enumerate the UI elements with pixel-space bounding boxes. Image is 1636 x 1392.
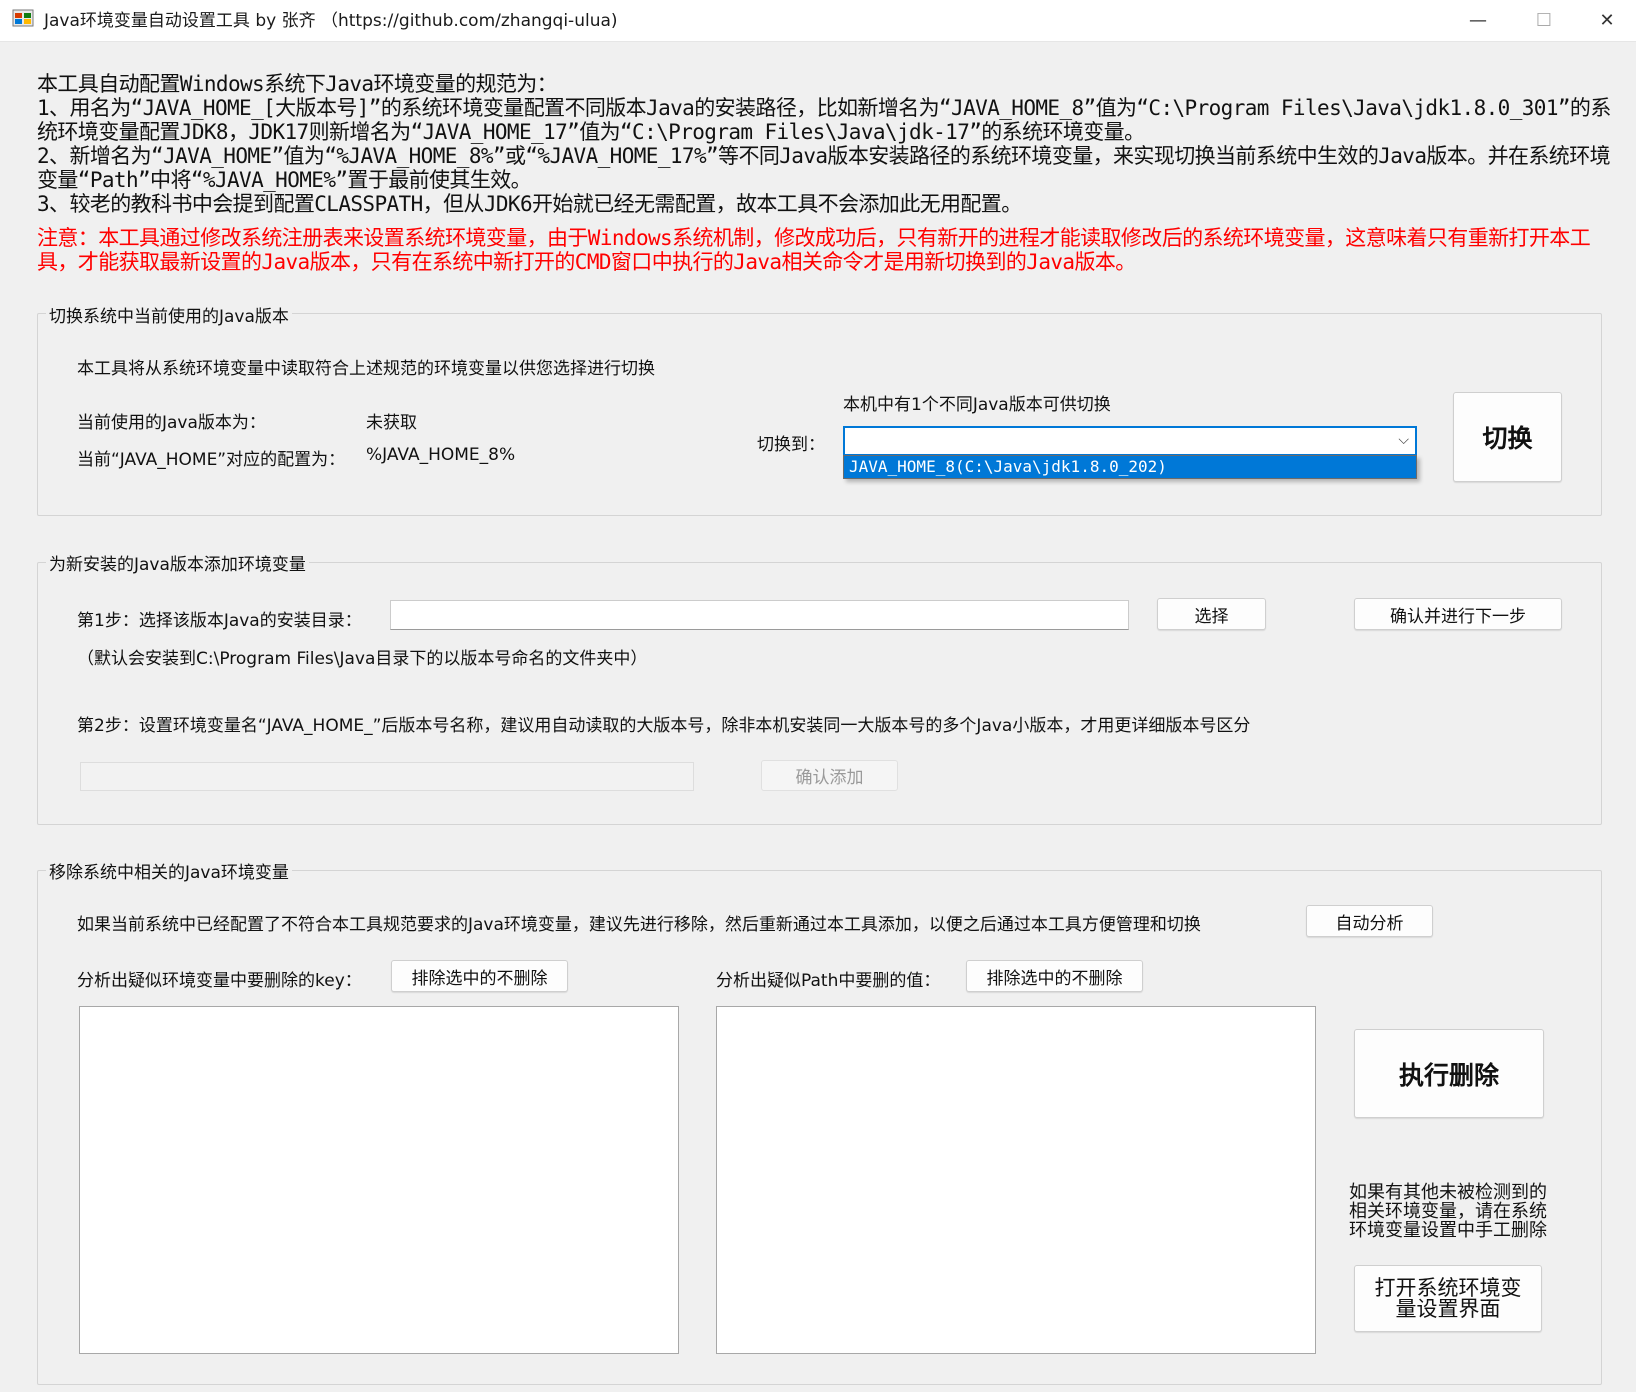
- version-name-input[interactable]: [80, 762, 694, 791]
- auto-analyze-button[interactable]: 自动分析: [1306, 905, 1433, 937]
- switch-to-label: 切换到：: [757, 435, 825, 455]
- path-listbox[interactable]: [716, 1006, 1316, 1354]
- install-dir-input[interactable]: [390, 600, 1129, 630]
- title-bar[interactable]: Java环境变量自动设置工具 by 张齐 （https://github.com…: [0, 0, 1636, 42]
- confirm-add-button[interactable]: 确认添加: [761, 760, 898, 791]
- version-dropdown-list[interactable]: JAVA_HOME_8(C:\Java\jdk1.8.0_202): [843, 455, 1417, 479]
- path-label: 分析出疑似Path中要删的值：: [716, 971, 941, 991]
- intro-text: 本工具自动配置Windows系统下Java环境变量的规范为： 1、用名为“JAV…: [37, 72, 1611, 216]
- remove-description: 如果当前系统中已经配置了不符合本工具规范要求的Java环境变量，建议先进行移除，…: [77, 915, 1201, 935]
- notice-text: 注意：本工具通过修改系统注册表来设置系统环境变量，由于Windows系统机制，修…: [37, 226, 1591, 274]
- current-version-value: 未获取: [366, 413, 417, 433]
- keys-label: 分析出疑似环境变量中要删除的key：: [77, 971, 362, 991]
- remove-group-title: 移除系统中相关的Java环境变量: [46, 858, 292, 883]
- minimize-button[interactable]: —: [1443, 0, 1513, 40]
- window-title: Java环境变量自动设置工具 by 张齐 （https://github.com…: [44, 11, 618, 31]
- maximize-button[interactable]: ☐: [1509, 0, 1579, 40]
- switch-button[interactable]: 切换: [1453, 392, 1562, 482]
- keys-listbox[interactable]: [79, 1006, 679, 1354]
- select-dir-button[interactable]: 选择: [1157, 598, 1266, 630]
- java-home-value: %JAVA_HOME_8%: [366, 445, 516, 465]
- switch-version-group: [37, 313, 1602, 516]
- add-group-title: 为新安装的Java版本添加环境变量: [46, 550, 309, 575]
- version-combobox[interactable]: ⌵: [843, 426, 1417, 456]
- default-dir-hint: （默认会安装到C:\Program Files\Java目录下的以版本号命名的文…: [77, 649, 648, 669]
- manual-delete-hint: 如果有其他未被检测到的相关环境变量，请在系统环境变量设置中手工删除: [1349, 1182, 1547, 1241]
- confirm-next-button[interactable]: 确认并进行下一步: [1354, 598, 1562, 630]
- close-icon: ✕: [1599, 9, 1615, 31]
- chevron-down-icon[interactable]: ⌵: [1398, 432, 1409, 448]
- available-versions-text: 本机中有1个不同Java版本可供切换: [843, 395, 1111, 415]
- dropdown-option[interactable]: JAVA_HOME_8(C:\Java\jdk1.8.0_202): [844, 456, 1416, 477]
- path-exclude-button[interactable]: 排除选中的不删除: [966, 960, 1143, 992]
- open-env-settings-button[interactable]: 打开系统环境变量设置界面: [1354, 1265, 1542, 1332]
- keys-exclude-button[interactable]: 排除选中的不删除: [391, 960, 568, 992]
- app-icon: [12, 9, 34, 27]
- step2-label: 第2步：设置环境变量名“JAVA_HOME_”后版本号名称，建议用自动读取的大版…: [77, 716, 1251, 736]
- execute-delete-button[interactable]: 执行删除: [1354, 1029, 1544, 1118]
- minimize-icon: —: [1469, 9, 1487, 31]
- java-home-label: 当前“JAVA_HOME”对应的配置为：: [77, 450, 346, 470]
- close-button[interactable]: ✕: [1578, 0, 1636, 40]
- step1-label: 第1步：选择该版本Java的安装目录：: [77, 611, 362, 631]
- switch-description: 本工具将从系统环境变量中读取符合上述规范的环境变量以供您选择进行切换: [77, 359, 655, 379]
- maximize-icon: ☐: [1535, 9, 1553, 31]
- switch-group-title: 切换系统中当前使用的Java版本: [46, 302, 292, 327]
- current-version-label: 当前使用的Java版本为：: [77, 413, 266, 433]
